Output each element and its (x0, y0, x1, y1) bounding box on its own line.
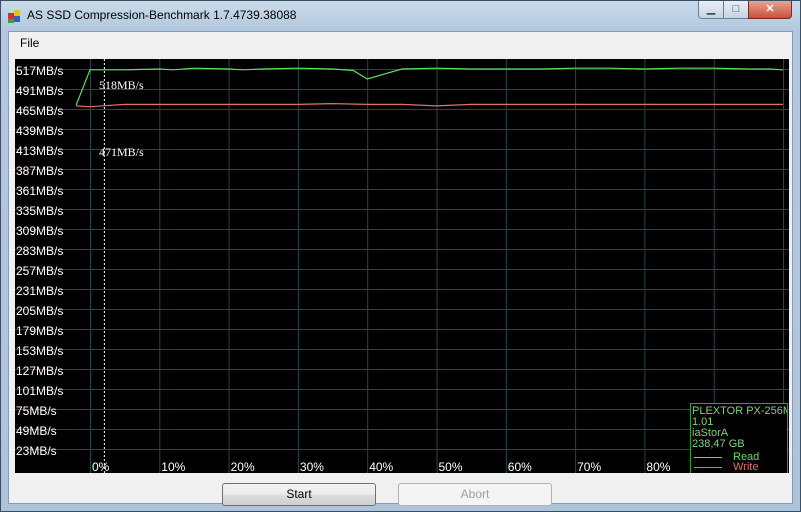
chart-svg: 517MB/s 491MB/s 465MB/s 439MB/s 413MB/s 387MB… (15, 59, 789, 473)
start-button[interactable]: Start (222, 483, 376, 506)
menu-file[interactable]: File (20, 36, 39, 50)
y-tick-label: 465MB/s (16, 104, 63, 118)
menu-bar: File (9, 32, 792, 54)
legend-capacity: 238,47 GB (692, 438, 745, 450)
y-tick-label: 413MB/s (16, 144, 63, 158)
maximize-button[interactable]: □ (723, 1, 749, 19)
y-tick-label: 491MB/s (16, 84, 63, 98)
y-tick-label: 153MB/s (16, 344, 63, 358)
x-tick-label: 10% (161, 460, 185, 473)
series-line-write (76, 102, 783, 108)
x-tick-label: 0% (92, 460, 110, 473)
y-tick-label: 439MB/s (16, 124, 63, 138)
window-title: AS SSD Compression-Benchmark 1.7.4739.38… (27, 8, 297, 22)
x-tick-label: 20% (231, 460, 255, 473)
y-tick-label: 179MB/s (16, 324, 63, 338)
read-value-annotation: 518MB/s (99, 78, 144, 92)
legend-write-label: Write (733, 461, 759, 473)
x-tick-label: 40% (369, 460, 393, 473)
x-tick-label: 60% (508, 460, 532, 473)
x-tick-label: 70% (577, 460, 601, 473)
y-tick-label: 257MB/s (16, 264, 63, 278)
y-tick-label: 361MB/s (16, 184, 63, 198)
chart-legend: PLEXTOR PX-256M 1.01 iaStorA 238,47 GB R… (690, 403, 788, 473)
legend-write-swatch (694, 467, 722, 468)
title-bar[interactable]: AS SSD Compression-Benchmark 1.7.4739.38… (1, 1, 800, 31)
app-icon (8, 10, 20, 23)
close-button[interactable]: ✕ (748, 1, 792, 19)
x-tick-label: 50% (439, 460, 463, 473)
y-tick-label: 517MB/s (16, 64, 63, 78)
y-tick-label: 101MB/s (16, 384, 63, 398)
app-window: AS SSD Compression-Benchmark 1.7.4739.38… (0, 0, 801, 512)
write-value-annotation: 471MB/s (99, 145, 144, 159)
y-tick-label: 49MB/s (16, 424, 57, 438)
y-tick-label: 335MB/s (16, 204, 63, 218)
client-area: File 517MB/s 491MB/s 465MB/s 439MB/s 413MB/s… (8, 31, 793, 506)
y-tick-label: 387MB/s (16, 164, 63, 178)
y-tick-label: 75MB/s (16, 404, 57, 418)
y-tick-label: 205MB/s (16, 304, 63, 318)
y-tick-label: 309MB/s (16, 224, 63, 238)
series-line-read (75, 67, 784, 106)
benchmark-chart: 517MB/s 491MB/s 465MB/s 439MB/s 413MB/s 387MB… (15, 59, 789, 473)
y-tick-label: 23MB/s (16, 444, 57, 458)
x-tick-label: 80% (646, 460, 670, 473)
minimize-button[interactable]: ▁ (698, 1, 724, 19)
abort-button[interactable]: Abort (398, 483, 552, 506)
y-tick-label: 127MB/s (16, 364, 63, 378)
y-tick-label: 231MB/s (16, 284, 63, 298)
y-tick-label: 283MB/s (16, 244, 63, 258)
x-tick-label: 30% (300, 460, 324, 473)
legend-read-swatch (694, 457, 722, 458)
